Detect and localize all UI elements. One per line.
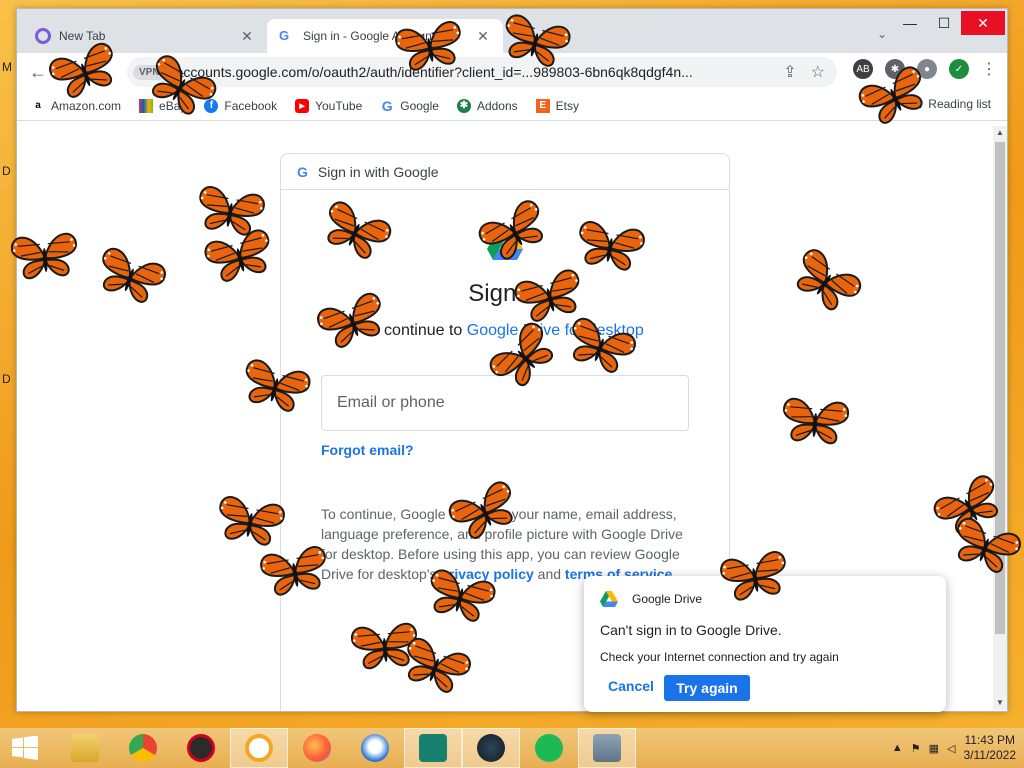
clock-time: 11:43 PM [964,733,1015,747]
addons-icon: ✱ [456,98,471,113]
desktop-icon-label: D [2,164,11,178]
volume-muted-icon[interactable]: ◁ [947,742,955,755]
clock-date: 3/11/2022 [963,748,1017,762]
taskbar-red-app[interactable] [172,728,230,768]
minimize-button[interactable]: — [893,9,927,37]
cancel-button[interactable]: Cancel [608,678,654,694]
taskbar-vpn-lock[interactable] [230,728,288,768]
scroll-up-icon[interactable]: ▲ [993,126,1007,140]
youtube-icon: ▶ [295,98,310,113]
notification-title: Can't sign in to Google Drive. [600,622,782,638]
butterfly-icon [571,214,650,281]
taskbar-shield-app[interactable] [404,728,462,768]
scroll-down-icon[interactable]: ▼ [993,696,1007,710]
forgot-email-link[interactable]: Forgot email? [321,442,414,458]
address-bar[interactable]: VPN accounts.google.com/o/oauth2/auth/id… [127,57,837,87]
bookmark-star-icon[interactable]: ☆ [811,62,825,82]
google-icon: G [381,97,393,114]
tab-new-tab[interactable]: New Tab ✕ [23,19,267,53]
chrome-icon [129,734,157,762]
vertical-scrollbar[interactable]: ▲ ▼ [993,126,1007,710]
menu-kebab-icon[interactable]: ⋮ [981,59,997,79]
google-g-icon: G [297,163,308,180]
action-center-flag-icon[interactable]: ⚑ [911,742,921,755]
omnibox-actions: ⇪ ☆ [783,62,825,82]
butterfly-icon [716,544,795,611]
signin-card-header: G Sign in with Google [281,154,729,190]
butterfly-icon [8,227,83,289]
start-button[interactable] [0,728,50,768]
firefox-icon [303,734,331,762]
bookmark-google[interactable]: G Google [380,97,439,114]
windows-logo-icon [12,736,38,760]
taskbar-thunderbird[interactable] [346,728,404,768]
url-text: accounts.google.com/o/oauth2/auth/identi… [175,64,693,80]
email-placeholder: Email or phone [337,394,445,411]
share-icon[interactable]: ⇪ [783,62,796,82]
bookmark-facebook[interactable]: f Facebook [204,98,277,113]
taskbar: ▲ ⚑ ▦ ◁ 11:43 PM 3/11/2022 [0,728,1024,768]
red-app-icon [187,734,215,762]
taskbar-spotify[interactable] [520,728,578,768]
vpn-lock-icon [245,734,273,762]
try-again-button[interactable]: Try again [664,675,750,701]
close-window-button[interactable]: ✕ [961,11,1005,35]
clock[interactable]: 11:43 PM 3/11/2022 [964,733,1017,763]
tab-close-icon[interactable]: ✕ [475,28,491,45]
taskbar-steam[interactable] [462,728,520,768]
google-favicon-icon: G [279,28,290,43]
tab-search-icon[interactable]: ⌄ [877,27,887,41]
show-hidden-icons-icon[interactable]: ▲ [892,742,903,754]
butterfly-icon [391,14,470,81]
new-tab-favicon-icon [35,28,51,44]
shield-app-icon [419,734,447,762]
butterfly-icon [256,539,335,606]
shield-check-extension-icon[interactable]: ✓ [949,59,969,79]
system-tray: ▲ ⚑ ▦ ◁ 11:43 PM 3/11/2022 [892,728,1016,768]
network-app-icon [593,734,621,762]
taskbar-file-explorer[interactable] [56,728,114,768]
spotify-icon [535,734,563,762]
tab-close-icon[interactable]: ✕ [239,28,255,45]
file-explorer-icon [71,734,99,762]
tab-title: New Tab [59,29,106,43]
window-controls: — ☐ ✕ [893,9,1007,37]
amazon-icon: a [35,100,41,111]
taskbar-chrome[interactable] [114,728,172,768]
thunderbird-icon [361,734,389,762]
taskbar-firefox[interactable] [288,728,346,768]
notification-header: Google Drive [600,591,702,607]
notification-message: Check your Internet connection and try a… [600,650,839,664]
desktop-icon-label: D [2,372,11,386]
bookmark-youtube[interactable]: ▶ YouTube [295,98,362,113]
desktop-icon-label: M [2,60,12,74]
bookmark-etsy[interactable]: E Etsy [535,98,579,113]
bookmark-addons[interactable]: ✱ Addons [456,98,518,113]
taskbar-network-app[interactable] [578,728,636,768]
butterfly-icon [778,392,853,454]
steam-icon [477,734,505,762]
google-drive-icon [600,591,618,607]
tab-sign-in[interactable]: G Sign in - Google Accounts ✕ [267,19,503,53]
network-status-icon[interactable]: ▦ [929,742,939,755]
maximize-button[interactable]: ☐ [927,9,961,37]
etsy-icon: E [535,98,550,113]
adblock-extension-icon[interactable]: AB [853,59,873,79]
